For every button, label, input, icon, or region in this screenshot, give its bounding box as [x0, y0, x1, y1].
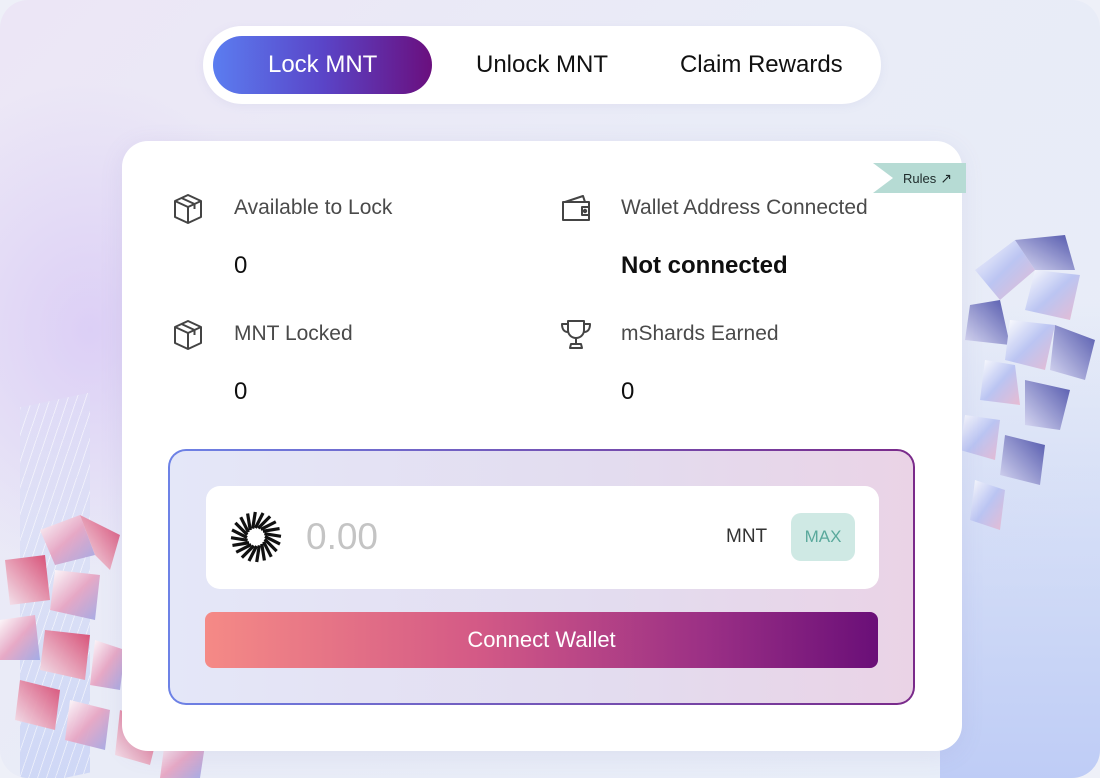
available-to-lock-label: Available to Lock	[234, 196, 393, 219]
available-to-lock-value: 0	[234, 252, 248, 279]
unit-label: MNT	[726, 526, 768, 547]
cube-icon	[174, 320, 202, 350]
wallet-address-label: Wallet Address Connected	[621, 196, 868, 219]
connect-wallet-button[interactable]: Connect Wallet	[205, 612, 878, 668]
max-button[interactable]: MAX	[791, 513, 855, 561]
mshards-earned-label: mShards Earned	[621, 322, 779, 345]
wallet-address-value: Not connected	[621, 252, 788, 279]
amount-box: MNT MAX	[206, 486, 879, 589]
rules-label: Rules	[903, 170, 937, 186]
arrow-up-right-icon: ↗	[940, 169, 952, 186]
tab-bar: Lock MNT Unlock MNT Claim Rewards	[203, 26, 881, 104]
cube-icon	[174, 194, 202, 224]
wallet-icon	[562, 195, 590, 221]
mnt-locked-value: 0	[234, 378, 248, 405]
mshards-earned-value: 0	[621, 378, 635, 405]
decorative-crystal-right	[960, 235, 1095, 530]
mantle-logo-icon	[230, 511, 282, 563]
tab-lock-mnt[interactable]: Lock MNT	[213, 36, 433, 94]
tab-claim-rewards[interactable]: Claim Rewards	[652, 36, 871, 94]
tab-unlock-mnt[interactable]: Unlock MNT	[432, 36, 651, 94]
mnt-locked-label: MNT Locked	[234, 322, 353, 345]
amount-input[interactable]	[306, 512, 686, 562]
lock-input-panel: MNT MAX Connect Wallet	[168, 449, 915, 705]
trophy-icon	[561, 320, 591, 349]
